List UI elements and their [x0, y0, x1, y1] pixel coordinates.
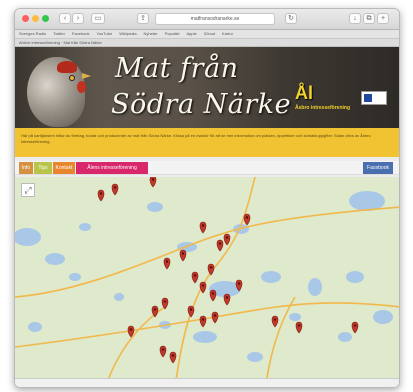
site-title-line1: Mat från	[115, 53, 239, 84]
lake	[247, 352, 263, 362]
bookmark-item[interactable]: YouTube	[96, 31, 112, 36]
close-window-button[interactable]	[22, 15, 29, 22]
bookmark-item[interactable]: Populärt	[165, 31, 180, 36]
lake	[114, 293, 124, 301]
bookmark-item[interactable]: Nyheter	[144, 31, 158, 36]
bookmark-item[interactable]: Sveriges Radio	[19, 31, 46, 36]
lake	[28, 322, 42, 332]
bookmarks-bar: Sveriges Radio Twitter Facebook YouTube Wiki…	[15, 30, 399, 39]
hen-comb	[57, 61, 77, 73]
address-bar[interactable]: matfransodranarke.se	[155, 13, 275, 25]
back-arrow-icon[interactable]: ‹	[59, 13, 71, 24]
info-text: Här på karttjänsten hittar du företag, b…	[15, 128, 399, 157]
bookmark-item[interactable]: Facebook	[72, 31, 90, 36]
lake	[308, 278, 322, 296]
lake	[45, 253, 65, 265]
site-header: Mat från Södra Närke Ål Åsbro intressefö…	[15, 47, 399, 128]
lake	[261, 271, 281, 283]
producer-map[interactable]: ⤢	[15, 177, 399, 388]
association-name: Åsbro intresseförening	[295, 105, 351, 111]
lake	[373, 310, 393, 324]
browser-toolbar: ‹ › ▭ ⇪ matfransodranarke.se ↻ ↓ ⧉ +	[15, 9, 399, 30]
fullscreen-icon[interactable]: ⤢	[21, 183, 35, 197]
nav-association[interactable]: Ålens intresseförening	[76, 162, 148, 174]
maximize-window-button[interactable]	[42, 15, 49, 22]
status-bar	[15, 378, 399, 387]
downloads-icon[interactable]: ↓	[349, 13, 361, 24]
hen-wattle	[77, 81, 86, 93]
hen-eye	[69, 75, 75, 81]
lake	[147, 202, 163, 212]
lake	[346, 271, 364, 283]
lake	[289, 313, 301, 321]
bookmark-item[interactable]: Apple	[186, 31, 196, 36]
lake	[338, 332, 352, 342]
bookmark-item[interactable]: Twitter	[53, 31, 65, 36]
lake	[79, 223, 91, 231]
forward-arrow-icon[interactable]: ›	[72, 13, 84, 24]
hen-beak	[82, 73, 91, 79]
nav-kontakt[interactable]: Kontakt	[53, 162, 75, 174]
bookmark-item[interactable]: Kartor	[222, 31, 233, 36]
association-logo: Ål	[295, 83, 313, 103]
sidebar-icon[interactable]: ▭	[91, 13, 105, 24]
nav-info[interactable]: Info	[19, 162, 33, 174]
map-canvas[interactable]	[15, 177, 399, 388]
site-title-line2: Södra Närke	[111, 89, 292, 120]
tabs-overview-icon[interactable]: ⧉	[363, 13, 375, 24]
lake	[193, 331, 217, 343]
new-tab-icon[interactable]: +	[377, 13, 389, 24]
nav-tips[interactable]: Tips	[34, 162, 52, 174]
main-navigation: Info Tips Kontakt Ålens intresseförening…	[15, 161, 399, 175]
facebook-link[interactable]: Facebook	[363, 162, 393, 174]
minimize-window-button[interactable]	[32, 15, 39, 22]
bookmark-item[interactable]: iCloud	[204, 31, 215, 36]
reload-icon[interactable]: ↻	[285, 13, 297, 24]
lake	[69, 273, 81, 281]
eu-flag-icon	[361, 91, 387, 105]
browser-window: ‹ › ▭ ⇪ matfransodranarke.se ↻ ↓ ⧉ + Sve…	[14, 8, 400, 388]
bookmark-item[interactable]: Wikipedia	[119, 31, 136, 36]
share-icon[interactable]: ⇪	[137, 13, 149, 24]
tab-strip[interactable]: Ahöve intresseförening · Mat från Södra …	[15, 39, 399, 47]
